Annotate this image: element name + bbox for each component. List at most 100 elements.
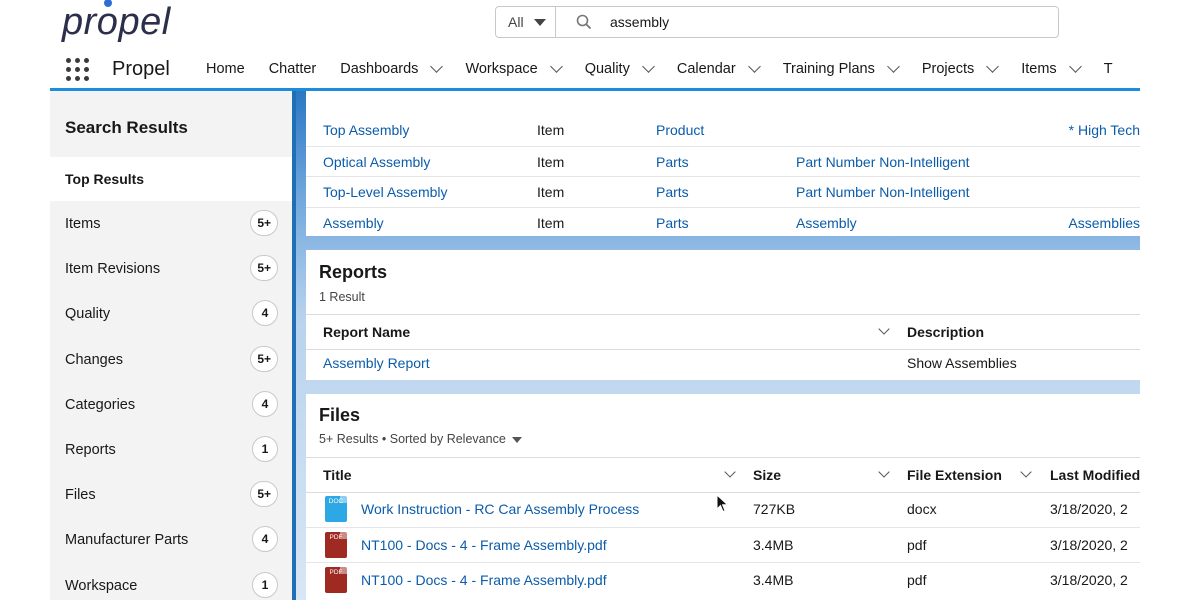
col-file-extension[interactable]: File Extension	[907, 467, 1002, 483]
search-scope-dropdown[interactable]: All	[496, 7, 556, 37]
file-size: 727KB	[753, 501, 796, 517]
item-category-link[interactable]: Parts	[656, 177, 689, 207]
nav-item-label: Calendar	[676, 61, 736, 77]
nav-item-quality[interactable]: Quality	[585, 52, 655, 86]
sidebar-item-files[interactable]: Files 5+	[50, 475, 292, 515]
col-title[interactable]: Title	[323, 467, 352, 483]
item-numbering-link[interactable]: Part Number Non-Intelligent	[796, 147, 970, 177]
chevron-down-icon[interactable]	[878, 466, 890, 478]
item-type: Item	[537, 153, 565, 170]
chevron-down-icon[interactable]	[641, 60, 655, 73]
mouse-cursor-icon	[716, 494, 729, 513]
caret-down-icon	[533, 18, 546, 26]
count-badge: 1	[252, 571, 278, 598]
chevron-down-icon[interactable]	[986, 60, 1000, 73]
chevron-down-icon[interactable]	[1020, 466, 1032, 478]
sidebar-item-reports[interactable]: Reports 1	[50, 430, 292, 470]
file-title-link[interactable]: NT100 - Docs - 4 - Frame Assembly.pdf	[361, 563, 607, 597]
reports-card: Reports 1 Result Report Name Description…	[306, 250, 1140, 380]
reports-count: 1 Result	[319, 290, 365, 304]
file-title-link[interactable]: NT100 - Docs - 4 - Frame Assembly.pdf	[361, 528, 607, 562]
nav-item-label: Projects	[921, 61, 975, 77]
item-extra-link[interactable]: Assemblies	[1068, 208, 1140, 238]
items-results-card: Top Assembly Item Product * High Tech Optica…	[306, 91, 1140, 236]
count-badge: 5+	[250, 481, 278, 508]
item-name-link[interactable]: Top Assembly	[323, 115, 409, 145]
nav-item-chatter[interactable]: Chatter	[269, 52, 317, 86]
file-last-modified: 3/18/2020, 2	[1050, 501, 1128, 517]
nav-item-label: Workspace	[465, 61, 538, 77]
propel-logo[interactable]: propel	[62, 0, 171, 42]
sidebar-item-quality[interactable]: Quality 4	[50, 294, 292, 334]
search-results-sidebar: Search Results Top Results Items 5+ Item R…	[50, 91, 292, 600]
files-subtitle: 5+ Results • Sorted by Relevance	[319, 432, 506, 446]
item-numbering-link[interactable]: Part Number Non-Intelligent	[796, 177, 970, 207]
files-title: Files	[319, 405, 361, 425]
table-row: Optical Assembly Item Parts Part Number Non…	[306, 145, 1140, 177]
sidebar-item-item-revisions[interactable]: Item Revisions 5+	[50, 249, 292, 289]
sidebar-item-label: Items	[65, 216, 101, 232]
chevron-down-icon[interactable]	[747, 60, 761, 73]
file-size: 3.4MB	[753, 572, 794, 588]
report-name-link[interactable]: Assembly Report	[323, 348, 430, 378]
item-category-link[interactable]: Parts	[656, 208, 689, 238]
nav-item-workspace[interactable]: Workspace	[465, 52, 563, 86]
nav-items: Home Chatter Dashboards Workspace Quality Cal…	[206, 52, 1137, 86]
item-name-link[interactable]: Optical Assembly	[323, 147, 430, 177]
nav-item-home[interactable]: Home	[206, 52, 245, 86]
nav-item-items[interactable]: Items	[1021, 52, 1082, 86]
sidebar-item-categories[interactable]: Categories 4	[50, 385, 292, 425]
item-name-link[interactable]: Top-Level Assembly	[323, 177, 448, 207]
item-extra-link[interactable]: * High Tech	[1069, 115, 1140, 145]
file-title-link[interactable]: Work Instruction - RC Car Assembly Proce…	[361, 492, 639, 526]
app-navigation: Propel Home Chatter Dashboards Workspace Qua…	[50, 52, 1140, 90]
nav-item-calendar[interactable]: Calendar	[676, 52, 761, 86]
chevron-down-icon[interactable]	[549, 60, 563, 73]
sidebar-item-manufacturer-parts[interactable]: Manufacturer Parts 4	[50, 520, 292, 560]
sidebar-item-items[interactable]: Items 5+	[50, 204, 292, 244]
item-numbering-link[interactable]: Assembly	[796, 208, 857, 238]
item-name-link[interactable]: Assembly	[323, 208, 384, 238]
table-row: Top-Level Assembly Item Parts Part Number N…	[306, 176, 1140, 207]
chevron-down-icon[interactable]	[1068, 60, 1082, 73]
sidebar-item-top-results[interactable]: Top Results	[50, 157, 292, 201]
nav-item-t[interactable]: T	[1104, 52, 1113, 86]
search-input[interactable]: assembly	[610, 7, 669, 37]
nav-item-label: Home	[206, 61, 245, 77]
chevron-down-icon[interactable]	[724, 466, 736, 478]
nav-item-training-plans[interactable]: Training Plans	[782, 52, 900, 86]
nav-item-dashboards[interactable]: Dashboards	[340, 52, 444, 86]
col-size[interactable]: Size	[753, 467, 781, 483]
reports-title: Reports	[319, 262, 388, 282]
app-launcher-icon[interactable]	[66, 58, 90, 82]
nav-item-projects[interactable]: Projects	[921, 52, 1000, 86]
sidebar-item-changes[interactable]: Changes 5+	[50, 340, 292, 380]
file-extension: pdf	[907, 572, 927, 588]
search-icon	[576, 14, 592, 30]
chevron-down-icon[interactable]	[886, 60, 900, 73]
sidebar-item-label: Reports	[65, 442, 116, 458]
file-size: 3.4MB	[753, 537, 794, 553]
nav-item-label: Chatter	[268, 61, 317, 77]
item-category-link[interactable]: Parts	[656, 147, 689, 177]
nav-item-label: Training Plans	[782, 61, 875, 77]
pdf-file-icon: PDF	[325, 567, 347, 593]
files-sort-menu[interactable]: 5+ Results • Sorted by Relevance	[319, 432, 522, 446]
table-row: PDF NT100 - Docs - 4 - Frame Assembly.pdf…	[306, 562, 1140, 597]
col-last-modified[interactable]: Last Modified	[1050, 467, 1140, 483]
chevron-down-icon[interactable]	[430, 60, 444, 73]
report-description: Show Assemblies	[907, 355, 1017, 371]
app-name: Propel	[112, 58, 170, 80]
sidebar-item-label: Workspace	[65, 577, 138, 594]
search-scope-label: All	[508, 14, 524, 30]
file-last-modified: 3/18/2020, 2	[1050, 572, 1128, 588]
col-report-name[interactable]: Report Name	[323, 324, 410, 340]
col-description[interactable]: Description	[907, 324, 984, 340]
sidebar-title: Search Results	[65, 118, 188, 137]
count-badge: 4	[252, 300, 278, 327]
chevron-down-icon[interactable]	[878, 323, 890, 335]
sidebar-item-label: Changes	[65, 351, 124, 368]
item-type: Item	[537, 184, 565, 200]
item-category-link[interactable]: Product	[656, 115, 704, 145]
files-table-header: Title Size File Extension Last Modified	[306, 457, 1140, 493]
